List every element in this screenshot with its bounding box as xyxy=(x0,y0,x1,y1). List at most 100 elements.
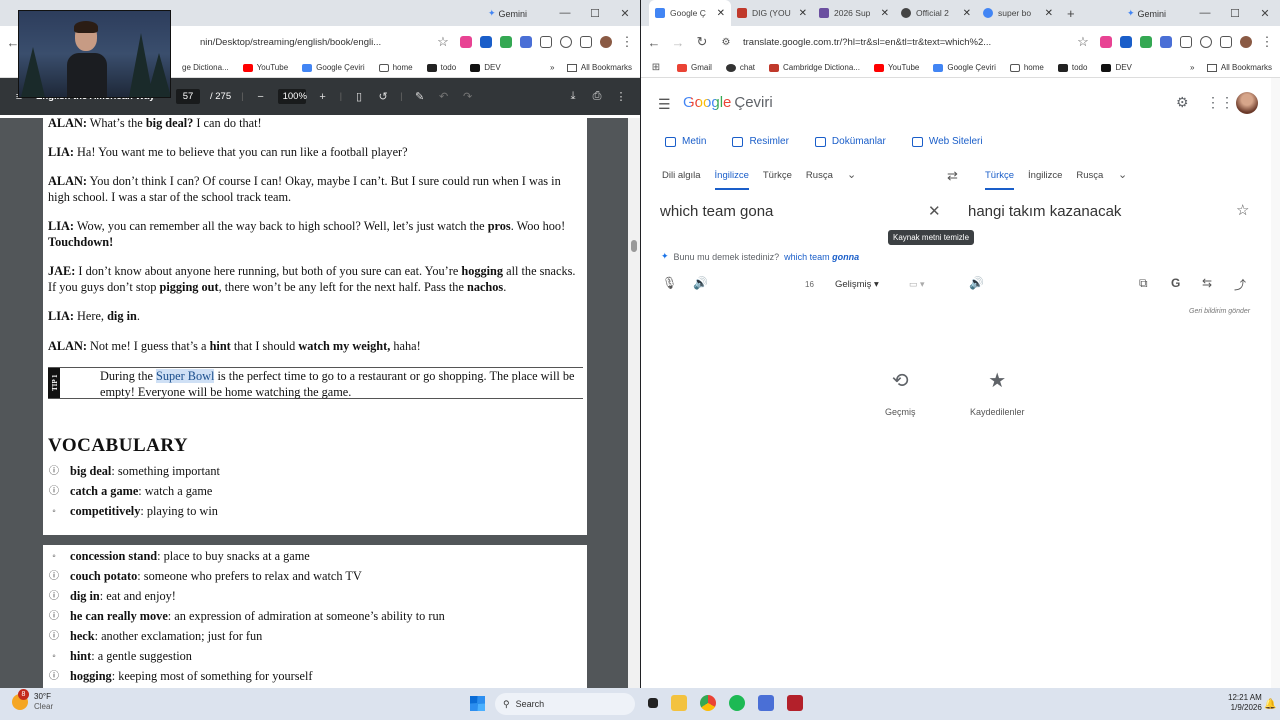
close-tab-icon[interactable]: ✕ xyxy=(877,8,889,19)
bookmark-star-icon[interactable]: ☆ xyxy=(1076,34,1090,50)
tab-search[interactable]: super bo ✕ xyxy=(977,0,1059,26)
zoom-input[interactable]: 100% xyxy=(277,89,307,104)
apps-grid-icon[interactable]: ⊞ xyxy=(649,62,663,73)
url-field[interactable]: nin/Desktop/streaming/english/book/engli… xyxy=(200,37,426,48)
source-text-input[interactable]: which team gona xyxy=(660,203,773,220)
bookmark-item[interactable]: Google Çeviri xyxy=(933,63,996,72)
zoom-in-icon[interactable]: + xyxy=(316,91,330,103)
extension-icon[interactable] xyxy=(1140,36,1152,48)
notepad-icon[interactable] xyxy=(758,695,774,711)
rotate-icon[interactable]: ↺ xyxy=(376,90,390,103)
settings-gear-icon[interactable]: ⚙ xyxy=(1176,94,1189,111)
account-avatar[interactable] xyxy=(1236,92,1258,114)
extension-icon[interactable] xyxy=(480,36,492,48)
scrollbar-thumb[interactable] xyxy=(631,240,637,252)
google-search-icon[interactable]: G xyxy=(1171,276,1180,290)
close-icon[interactable]: ✕ xyxy=(1250,7,1280,20)
lang-turkish-source[interactable]: Türkçe xyxy=(763,170,792,190)
bookmark-item[interactable]: todo xyxy=(426,63,456,72)
bookmark-item[interactable]: home xyxy=(1009,63,1044,72)
tab-dig[interactable]: DIG (YOU ✕ xyxy=(731,0,813,26)
reload-icon[interactable]: ↻ xyxy=(695,34,709,50)
bookmark-item[interactable]: Google Çeviri xyxy=(302,63,365,72)
gender-dropdown[interactable]: ▭ ▾ xyxy=(909,279,925,290)
extension-icon[interactable] xyxy=(520,36,532,48)
lang-detect[interactable]: Dili algıla xyxy=(662,170,701,190)
minimize-icon[interactable]: — xyxy=(550,7,580,19)
close-tab-icon[interactable]: ✕ xyxy=(713,8,725,19)
bookmark-item[interactable]: YouTube xyxy=(873,63,919,72)
close-tab-icon[interactable]: ✕ xyxy=(1041,8,1053,19)
lang-english-source[interactable]: İngilizce xyxy=(715,170,749,190)
share-icon[interactable]: ⤴ xyxy=(1234,276,1246,293)
chevron-down-icon[interactable]: ⌄ xyxy=(847,168,856,181)
suggestion-link[interactable]: which team gonna xyxy=(784,252,859,262)
extension-icon[interactable] xyxy=(1100,36,1112,48)
extension-icon[interactable] xyxy=(1160,36,1172,48)
lang-english-target[interactable]: İngilizce xyxy=(1028,170,1062,190)
apps-grid-icon[interactable]: ⋮⋮ xyxy=(1206,94,1234,111)
print-icon[interactable]: ⎙ xyxy=(590,90,604,103)
mode-documents[interactable]: Dokümanlar xyxy=(814,136,886,147)
star-icon[interactable] xyxy=(560,36,572,48)
task-view-icon[interactable] xyxy=(648,698,658,708)
page-number-input[interactable]: 57 xyxy=(176,89,200,104)
maximize-icon[interactable]: ☐ xyxy=(1220,7,1250,20)
advanced-dropdown[interactable]: Gelişmiş ▾ xyxy=(835,279,879,290)
close-tab-icon[interactable]: ✕ xyxy=(795,8,807,19)
saved-button[interactable]: ★ Kaydedilenler xyxy=(970,368,1025,417)
reading-list-icon[interactable] xyxy=(580,36,592,48)
swap-languages-icon[interactable]: ⇄ xyxy=(947,168,958,184)
extension-icon[interactable] xyxy=(460,36,472,48)
close-icon[interactable]: ✕ xyxy=(610,7,640,20)
bookmark-item[interactable]: todo xyxy=(1057,63,1087,72)
reading-list-icon[interactable] xyxy=(1220,36,1232,48)
bookmark-item[interactable]: chat xyxy=(725,63,755,72)
mode-text[interactable]: Metin xyxy=(665,136,706,147)
tab-super-bowl[interactable]: 2026 Sup ✕ xyxy=(813,0,895,26)
new-tab-icon[interactable]: + xyxy=(1067,6,1075,21)
notification-bell-icon[interactable]: 🔔 xyxy=(1264,699,1276,710)
page-scrollbar[interactable] xyxy=(1271,78,1280,688)
microphone-icon[interactable]: 🎙 xyxy=(662,276,677,290)
rate-translation-icon[interactable]: ⇆ xyxy=(1202,276,1212,290)
gemini-button[interactable]: ✦ Gemini xyxy=(488,8,527,19)
weather-widget[interactable]: 8 30°F Clear xyxy=(12,689,53,712)
forward-icon[interactable]: → xyxy=(671,35,685,50)
history-button[interactable]: ⟲ Geçmiş xyxy=(885,368,916,417)
bookmark-item[interactable]: Cambridge Dictiona... xyxy=(769,63,860,72)
all-bookmarks[interactable]: » All Bookmarks xyxy=(550,63,632,72)
puzzle-icon[interactable] xyxy=(540,36,552,48)
profile-avatar[interactable] xyxy=(600,36,612,48)
save-translation-star-icon[interactable]: ☆ xyxy=(1236,201,1249,219)
listen-source-icon[interactable]: 🔊 xyxy=(693,276,708,290)
maximize-icon[interactable]: ☐ xyxy=(580,7,610,20)
lang-russian-source[interactable]: Rusça xyxy=(806,170,833,190)
bookmark-item[interactable]: DEV xyxy=(470,63,501,72)
mode-websites[interactable]: Web Siteleri xyxy=(911,136,983,147)
back-icon[interactable]: ← xyxy=(647,35,661,50)
file-explorer-icon[interactable] xyxy=(671,695,687,711)
redo-icon[interactable]: ↷ xyxy=(461,90,475,103)
all-bookmarks[interactable]: » All Bookmarks xyxy=(1190,63,1272,72)
tab-official[interactable]: Official 2 ✕ xyxy=(895,0,977,26)
mode-images[interactable]: Resimler xyxy=(732,136,789,147)
menu-kebab-icon[interactable]: ⋮ xyxy=(1260,34,1274,50)
listen-target-icon[interactable]: 🔊 xyxy=(969,276,984,290)
copy-icon[interactable]: ⧉ xyxy=(1139,276,1148,291)
fit-page-icon[interactable]: ▯ xyxy=(352,90,366,103)
bookmark-item[interactable]: YouTube xyxy=(242,63,288,72)
star-icon[interactable] xyxy=(1200,36,1212,48)
url-field[interactable]: translate.google.com.tr/?hl=tr&sl=en&tl=… xyxy=(743,37,1066,48)
chrome-icon[interactable] xyxy=(700,695,716,711)
clear-source-icon[interactable]: ✕ xyxy=(928,202,941,220)
bookmark-item[interactable]: DEV xyxy=(1101,63,1132,72)
profile-avatar[interactable] xyxy=(1240,36,1252,48)
close-tab-icon[interactable]: ✕ xyxy=(959,8,971,19)
download-icon[interactable]: ⤓ xyxy=(566,90,580,103)
minimize-icon[interactable]: — xyxy=(1190,7,1220,19)
tab-google-ceviri[interactable]: Google Ç ✕ xyxy=(649,0,731,26)
annotate-icon[interactable]: ✎ xyxy=(413,90,427,103)
menu-kebab-icon[interactable]: ⋮ xyxy=(620,34,634,50)
start-button[interactable] xyxy=(470,696,485,711)
